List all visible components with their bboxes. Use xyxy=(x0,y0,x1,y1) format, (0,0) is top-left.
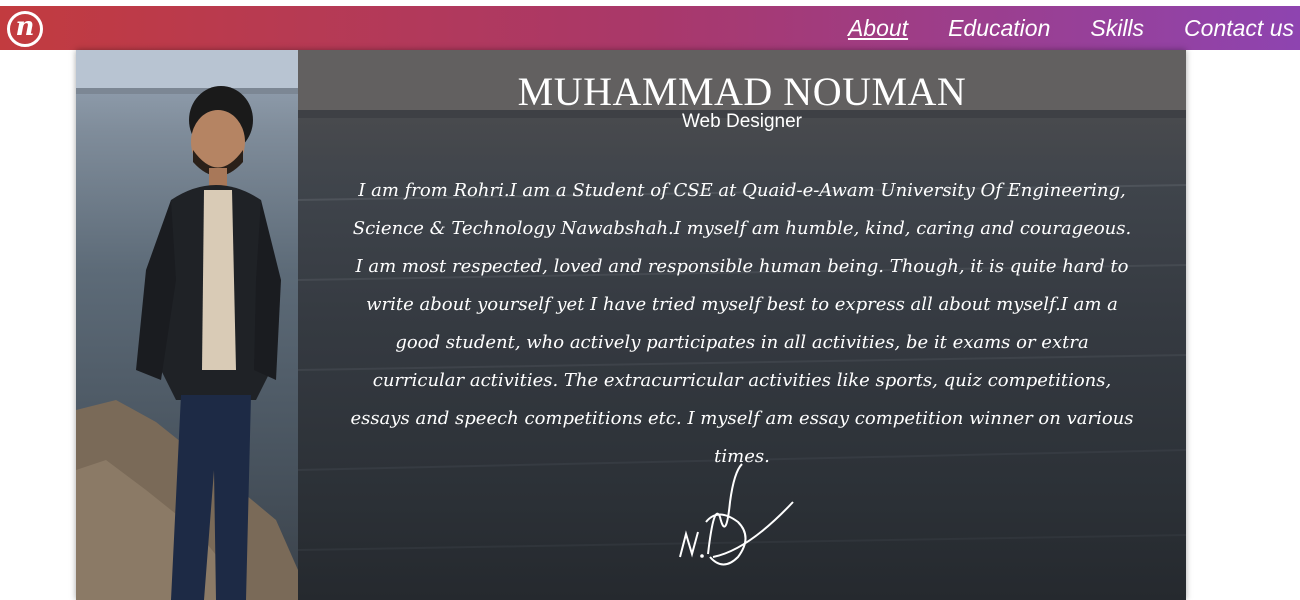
profile-role: Web Designer xyxy=(681,111,803,132)
header-bar: n About Education Skills Contact us xyxy=(0,6,1300,50)
about-panel: MUHAMMAD NOUMAN Web Designer I am from R… xyxy=(298,50,1186,600)
profile-name: MUHAMMAD NOUMAN xyxy=(517,69,967,114)
nav-about-link[interactable]: About xyxy=(848,15,908,42)
nav-contact-link[interactable]: Contact us xyxy=(1184,15,1294,42)
profile-bio: I am from Rohri.I am a Student of CSE at… xyxy=(350,180,1134,467)
signature-image xyxy=(679,463,794,566)
logo-letter: n xyxy=(15,12,35,42)
profile-photo xyxy=(76,50,298,600)
nav-education-link[interactable]: Education xyxy=(948,15,1050,42)
about-card: MUHAMMAD NOUMAN Web Designer I am from R… xyxy=(76,50,1186,600)
person-photo-illustration xyxy=(76,50,298,600)
main-nav: About Education Skills Contact us xyxy=(848,6,1294,50)
nav-skills-link[interactable]: Skills xyxy=(1090,15,1144,42)
logo-icon[interactable]: n xyxy=(7,11,43,47)
